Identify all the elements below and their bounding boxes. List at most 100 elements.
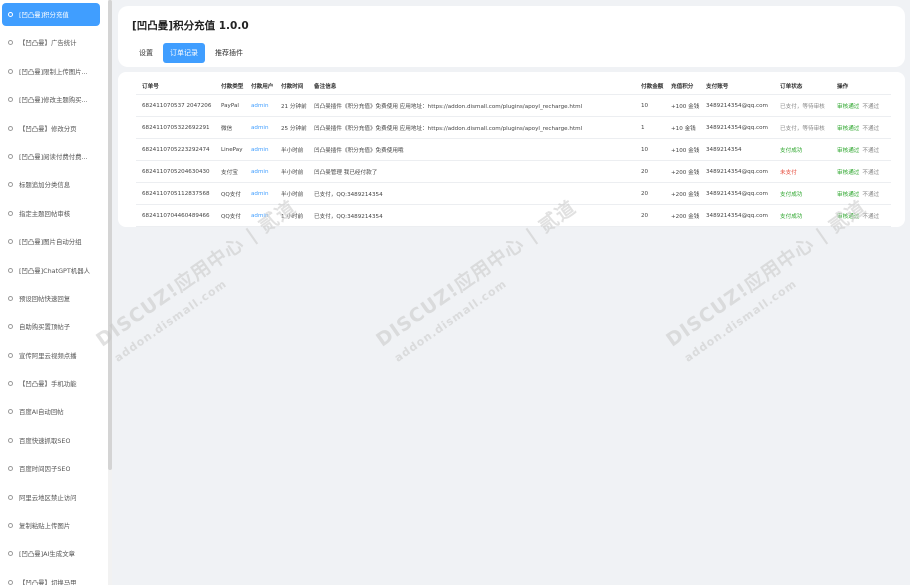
circle-icon xyxy=(8,97,13,103)
sidebar-item[interactable]: 自助购买置顶帖子 xyxy=(2,315,100,338)
sidebar-item[interactable]: 标题追加分类信息 xyxy=(2,173,100,196)
payment-time-cell: 半小时前 xyxy=(281,169,304,176)
tab[interactable]: 订单记录 xyxy=(163,43,205,63)
sidebar-scrollbar[interactable] xyxy=(108,0,112,585)
payment-user-cell[interactable]: admin xyxy=(251,139,281,160)
reject-link[interactable]: 不通过 xyxy=(862,146,879,154)
circle-icon xyxy=(8,523,13,529)
sidebar-scrollbar-thumb[interactable] xyxy=(108,0,112,470)
circle-icon xyxy=(8,409,13,415)
circle-icon xyxy=(8,579,13,585)
circle-icon xyxy=(8,324,13,330)
actions-cell: 审核通过 不通过 xyxy=(837,183,891,204)
pay-account-cell: 3489214354 xyxy=(706,146,742,153)
sidebar-item[interactable]: [凹凸曼]阅读付费付费... xyxy=(2,145,100,168)
sidebar-item[interactable]: 指定主题回帖审核 xyxy=(2,202,100,225)
note-cell: 凹凸曼插件《积分充值》免费使用哦 xyxy=(314,147,404,154)
actions-cell: 审核通过 不通过 xyxy=(837,161,891,182)
approve-link[interactable]: 审核通过 xyxy=(837,146,859,154)
circle-icon xyxy=(8,68,13,74)
sidebar-item-label: [凹凸曼]AI生成文章 xyxy=(19,550,75,559)
order-number-cell: 6824110705204630430 xyxy=(142,168,210,175)
payment-user-cell[interactable]: admin xyxy=(251,205,281,226)
payment-user-cell[interactable]: admin xyxy=(251,95,281,116)
sidebar-item-label: 复制粘贴上传图片 xyxy=(19,522,71,531)
table-row: 6824110705112837568 QQ支付 admin 半小时前 已支付，QQ:3… xyxy=(136,183,891,205)
amount-cell: 20 xyxy=(641,190,649,197)
actions-cell: 审核通过 不通过 xyxy=(837,205,891,226)
circle-icon xyxy=(8,551,13,557)
reject-link[interactable]: 不通过 xyxy=(862,168,879,176)
approve-link[interactable]: 审核通过 xyxy=(837,212,859,220)
sidebar-item[interactable]: [凹凸曼]修改主题购买... xyxy=(2,88,100,111)
sidebar-item-label: 【凹凸曼】广告统计 xyxy=(19,39,77,48)
approve-link[interactable]: 审核通过 xyxy=(837,190,859,198)
sidebar-item[interactable]: 宣传阿里云视频点播 xyxy=(2,344,100,367)
order-number-cell: 682411070537 2047206 xyxy=(142,102,212,109)
sidebar-item[interactable]: 预设回帖快速回复 xyxy=(2,287,100,310)
tab[interactable]: 设置 xyxy=(132,43,160,63)
sidebar-item[interactable]: [凹凸曼]AI生成文章 xyxy=(2,542,100,565)
approve-link[interactable]: 审核通过 xyxy=(837,168,859,176)
payment-user-cell[interactable]: admin xyxy=(251,161,281,182)
sidebar-item[interactable]: 【凹凸曼】手机功能 xyxy=(2,372,100,395)
sidebar-item-label: 阿里云地区禁止访问 xyxy=(19,493,77,502)
circle-icon xyxy=(8,494,13,500)
actions-cell: 审核通过 不通过 xyxy=(837,139,891,160)
approve-link[interactable]: 审核通过 xyxy=(837,124,859,132)
payment-type-cell: PayPal xyxy=(221,102,239,109)
sidebar-item-label: [凹凸曼]图片自动分组 xyxy=(19,238,82,247)
reject-link[interactable]: 不通过 xyxy=(862,190,879,198)
payment-type-cell: QQ支付 xyxy=(221,191,241,198)
sidebar-item[interactable]: 复制粘贴上传图片 xyxy=(2,514,100,537)
credits-cell: +100 金钱 xyxy=(671,147,700,154)
payment-user-cell[interactable]: admin xyxy=(251,117,281,138)
tab[interactable]: 推荐插件 xyxy=(208,43,250,63)
circle-icon xyxy=(8,239,13,245)
sidebar-item-label: 指定主题回帖审核 xyxy=(19,209,71,218)
table-row: 6824110704460489466 QQ支付 admin 1 小时前 已支付，QQ:… xyxy=(136,205,891,227)
reject-link[interactable]: 不通过 xyxy=(862,124,879,132)
circle-icon xyxy=(8,125,13,131)
sidebar-item[interactable]: [凹凸曼]积分充值 xyxy=(2,3,100,26)
watermark: DISCUZ!应用中心 | 贰道 addon.dismall.com xyxy=(90,196,310,450)
sidebar-menu: [凹凸曼]积分充值【凹凸曼】广告统计 [凹凸曼]限制上传图片... [凹凸曼]修改主… xyxy=(2,3,100,585)
sidebar-item[interactable]: 百度时间因子SEO xyxy=(2,457,100,480)
sidebar-item[interactable]: 阿里云地区禁止访问 xyxy=(2,486,100,509)
pay-account-cell: 3489214354@qq.com xyxy=(706,124,769,131)
sidebar-item[interactable]: [凹凸曼]图片自动分组 xyxy=(2,230,100,253)
payment-type-cell: QQ支付 xyxy=(221,213,241,220)
circle-icon xyxy=(8,182,13,188)
tab-bar: 设置 订单记录 推荐插件 xyxy=(132,43,253,63)
order-number-cell: 6824110705112837568 xyxy=(142,190,210,197)
reject-link[interactable]: 不通过 xyxy=(862,102,879,110)
watermark: DISCUZ!应用中心 | 贰道 addon.dismall.com xyxy=(660,196,880,450)
column-header: 订单号 xyxy=(142,84,159,90)
sidebar-item[interactable]: 【凹凸曼】广告统计 xyxy=(2,31,100,54)
note-cell: 凹凸曼插件《积分充值》免费使用 应用地址：https://addon.disma… xyxy=(314,125,583,132)
sidebar-item[interactable]: [凹凸曼]限制上传图片... xyxy=(2,60,100,83)
status-cell: 未支付 xyxy=(780,169,797,176)
credits-cell: +200 金钱 xyxy=(671,191,700,198)
watermark: DISCUZ!应用中心 | 贰道 addon.dismall.com xyxy=(370,196,590,450)
order-number-cell: 6824110705223292474 xyxy=(142,146,210,153)
actions-cell: 审核通过 不通过 xyxy=(837,117,891,138)
payment-time-cell: 25 分钟前 xyxy=(281,125,307,132)
reject-link[interactable]: 不通过 xyxy=(862,212,879,220)
sidebar-item-label: 百度时间因子SEO xyxy=(19,465,71,474)
approve-link[interactable]: 审核通过 xyxy=(837,102,859,110)
sidebar-item-label: [凹凸曼]ChatGPT机器人 xyxy=(19,266,90,275)
sidebar-item[interactable]: 【凹凸曼】修改分页 xyxy=(2,117,100,140)
pay-account-cell: 3489214354@qq.com xyxy=(706,212,769,219)
table-row: 6824110705223292474 LinePay admin 半小时前 凹凸曼插件… xyxy=(136,139,891,161)
credits-cell: +200 金钱 xyxy=(671,169,700,176)
table-header-row: 订单号 付款类型 付款用户 付款时间 备注信息 付款金额 充值积分 支付账号 订单状态 操作 xyxy=(136,78,891,95)
note-cell: 凹凸曼管理 我已经付款了 xyxy=(314,169,378,176)
payment-user-cell[interactable]: admin xyxy=(251,183,281,204)
column-header: 付款用户 xyxy=(251,84,274,90)
pay-account-cell: 3489214354@qq.com xyxy=(706,102,769,109)
sidebar-item[interactable]: [凹凸曼]ChatGPT机器人 xyxy=(2,259,100,282)
sidebar-item[interactable]: 百度AI自动回帖 xyxy=(2,400,100,423)
sidebar-item[interactable]: 【凹凸曼】切换马甲 xyxy=(2,571,100,585)
sidebar-item[interactable]: 百度快速抓取SEO xyxy=(2,429,100,452)
